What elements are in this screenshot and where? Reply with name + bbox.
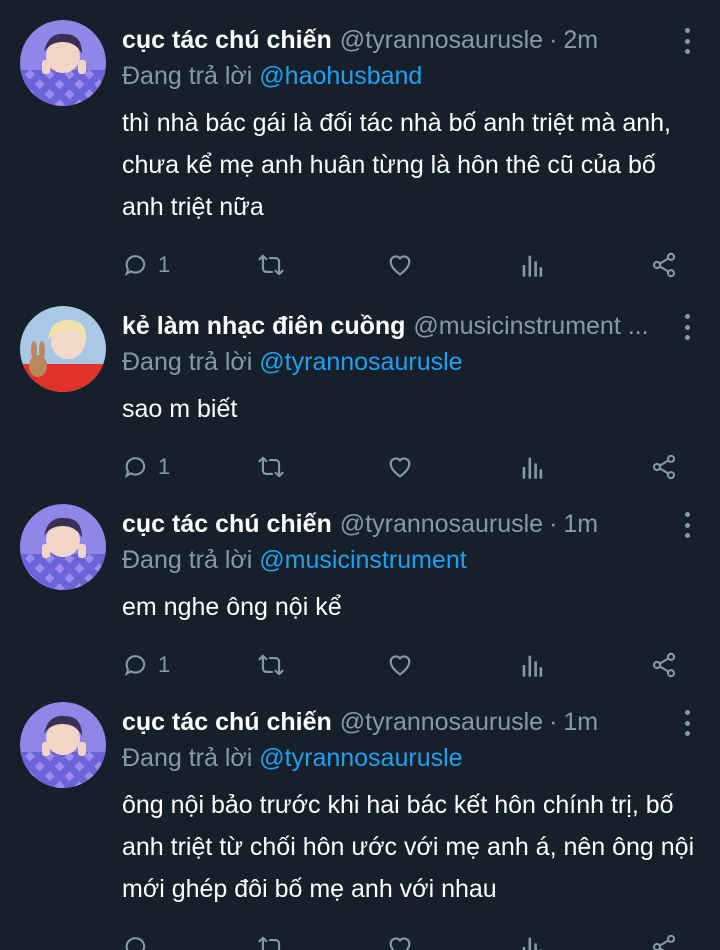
replying-to: Đang trả lời @tyrannosaurusle bbox=[122, 742, 698, 774]
stats-icon bbox=[522, 255, 543, 277]
tweet-actions bbox=[122, 918, 698, 950]
mention-link[interactable]: @tyrannosaurusle bbox=[259, 348, 462, 376]
avatar[interactable] bbox=[20, 702, 106, 788]
share-button[interactable] bbox=[650, 452, 678, 482]
reply-count: 1 bbox=[158, 252, 171, 277]
tweet-text: thì nhà bác gái là đối tác nhà bố anh tr… bbox=[122, 109, 671, 221]
avatar[interactable] bbox=[20, 20, 106, 106]
separator-dot: · bbox=[549, 509, 558, 538]
display-name[interactable]: cục tác chú chiến bbox=[122, 26, 332, 55]
stats-icon bbox=[522, 937, 543, 950]
retweet-icon bbox=[258, 254, 284, 276]
replying-to: Đang trả lời @haohusband bbox=[122, 60, 698, 92]
retweet-button[interactable] bbox=[256, 650, 286, 680]
display-name[interactable]: cục tác chú chiến bbox=[122, 708, 332, 737]
retweet-button[interactable] bbox=[256, 452, 286, 482]
reply-button[interactable]: 1 bbox=[122, 650, 170, 680]
more-options-icon[interactable] bbox=[682, 710, 692, 736]
tweet-text: em nghe ông nội kể bbox=[122, 593, 342, 621]
stats-button[interactable] bbox=[520, 250, 544, 280]
like-icon bbox=[389, 457, 411, 478]
tweet-text: sao m biết bbox=[122, 395, 238, 423]
share-icon bbox=[652, 652, 676, 678]
timestamp[interactable]: 1m bbox=[563, 510, 598, 539]
tweet[interactable]: cục tác chú chiến @tyrannosaurusle · 2m … bbox=[0, 0, 720, 286]
retweet-icon bbox=[258, 654, 284, 676]
retweet-button[interactable] bbox=[256, 250, 286, 280]
share-icon bbox=[652, 934, 676, 950]
separator-dot: · bbox=[549, 25, 558, 54]
replying-to: Đang trả lời @tyrannosaurusle bbox=[122, 346, 698, 378]
reply-count: 1 bbox=[158, 454, 171, 479]
like-button[interactable] bbox=[386, 650, 414, 680]
replying-to-label: Đang trả lời bbox=[122, 546, 253, 574]
reply-button[interactable]: 1 bbox=[122, 452, 170, 482]
tweet[interactable]: kẻ làm nhạc điên cuồng @musicinstrument … bbox=[0, 286, 720, 484]
replying-to-label: Đang trả lời bbox=[122, 744, 253, 772]
reply-icon bbox=[125, 937, 146, 950]
share-button[interactable] bbox=[650, 650, 678, 680]
reply-icon bbox=[124, 655, 146, 677]
stats-button[interactable] bbox=[520, 932, 544, 950]
user-handle[interactable]: @tyrannosaurusle bbox=[340, 708, 543, 737]
avatar[interactable] bbox=[20, 504, 106, 590]
stats-button[interactable] bbox=[520, 452, 544, 482]
reply-button[interactable] bbox=[122, 932, 158, 950]
user-handle[interactable]: @tyrannosaurusle bbox=[340, 510, 543, 539]
user-handle[interactable]: @tyrannosaurusle bbox=[340, 26, 543, 55]
more-options-icon[interactable] bbox=[682, 28, 692, 54]
like-button[interactable] bbox=[386, 250, 414, 280]
timestamp[interactable]: 1m bbox=[563, 708, 598, 737]
reply-icon bbox=[124, 255, 146, 277]
user-handle[interactable]: @musicinstrument ... bbox=[413, 312, 648, 341]
stats-button[interactable] bbox=[520, 650, 544, 680]
retweet-icon bbox=[258, 936, 281, 950]
like-icon bbox=[389, 937, 411, 950]
reply-count: 1 bbox=[158, 652, 171, 677]
retweet-icon bbox=[258, 456, 284, 478]
share-icon bbox=[652, 454, 676, 480]
mention-link[interactable]: @tyrannosaurusle bbox=[259, 744, 462, 772]
tweet-timeline: cục tác chú chiến @tyrannosaurusle · 2m … bbox=[0, 0, 720, 950]
like-icon bbox=[389, 255, 411, 276]
more-options-icon[interactable] bbox=[682, 314, 692, 340]
avatar[interactable] bbox=[20, 306, 106, 392]
display-name[interactable]: cục tác chú chiến bbox=[122, 510, 332, 539]
stats-icon bbox=[522, 655, 543, 677]
share-button[interactable] bbox=[650, 932, 678, 950]
retweet-button[interactable] bbox=[256, 932, 286, 950]
display-name[interactable]: kẻ làm nhạc điên cuồng bbox=[122, 312, 405, 341]
replying-to-label: Đang trả lời bbox=[122, 348, 253, 376]
replying-to-label: Đang trả lời bbox=[122, 62, 253, 90]
more-options-icon[interactable] bbox=[682, 512, 692, 538]
mention-link[interactable]: @musicinstrument bbox=[259, 546, 466, 574]
separator-dot: · bbox=[549, 707, 558, 736]
like-icon bbox=[389, 655, 411, 676]
stats-icon bbox=[522, 457, 543, 479]
mention-link[interactable]: @haohusband bbox=[259, 62, 422, 90]
share-button[interactable] bbox=[650, 250, 678, 280]
tweet[interactable]: cục tác chú chiến @tyrannosaurusle · 1m … bbox=[0, 682, 720, 950]
like-button[interactable] bbox=[386, 452, 414, 482]
timestamp[interactable]: 2m bbox=[563, 26, 598, 55]
replying-to: Đang trả lời @musicinstrument bbox=[122, 544, 698, 576]
reply-icon bbox=[124, 457, 146, 479]
like-button[interactable] bbox=[386, 932, 414, 950]
tweet-text: ông nội bảo trước khi hai bác kết hôn ch… bbox=[122, 791, 695, 903]
share-icon bbox=[652, 252, 676, 278]
tweet[interactable]: cục tác chú chiến @tyrannosaurusle · 1m … bbox=[0, 484, 720, 682]
reply-button[interactable]: 1 bbox=[122, 250, 170, 280]
